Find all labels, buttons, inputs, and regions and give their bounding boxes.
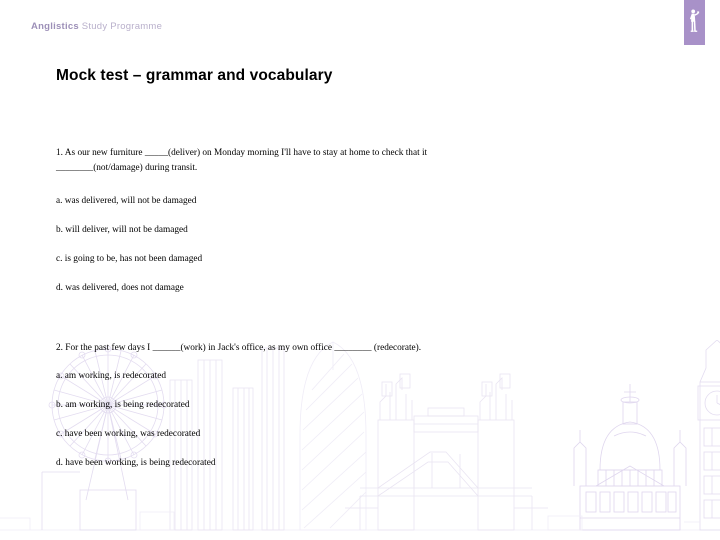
question-1: 1. As our new furniture _____(deliver) o… xyxy=(56,146,650,176)
standing-figure-icon xyxy=(684,0,705,45)
brand-header: Anglistics Study Programme xyxy=(31,21,162,32)
page-title: Mock test – grammar and vocabulary xyxy=(56,67,333,84)
slide-root: Anglistics Study Programme Mock test – g… xyxy=(0,0,720,540)
question-2-option-a[interactable]: a. am working, is redecorated xyxy=(56,370,166,383)
question-2-stem-line1: 2. For the past few days I ______(work) … xyxy=(56,343,422,353)
slide-header: Anglistics Study Programme xyxy=(0,0,720,46)
question-1-option-b[interactable]: b. will deliver, will not be damaged xyxy=(56,224,188,237)
question-1-option-d[interactable]: d. was delivered, does not damage xyxy=(56,282,184,295)
question-1-stem-line2: ________(not/damage) during transit. xyxy=(56,163,198,173)
question-1-stem-line1: 1. As our new furniture _____(deliver) o… xyxy=(56,148,428,158)
brand-subtitle: Study Programme xyxy=(78,21,163,32)
question-2-option-d[interactable]: d. have been working, is being redecorat… xyxy=(56,457,216,470)
slide-body: Mock test – grammar and vocabulary 1. As… xyxy=(0,0,720,540)
question-2-option-c[interactable]: c. have been working, was redecorated xyxy=(56,428,200,441)
question-1-option-c[interactable]: c. is going to be, has not been damaged xyxy=(56,253,202,266)
question-2: 2. For the past few days I ______(work) … xyxy=(56,341,650,356)
question-1-option-a[interactable]: a. was delivered, will not be damaged xyxy=(56,195,196,208)
question-2-option-b[interactable]: b. am working, is being redecorated xyxy=(56,399,189,412)
brand-name: Anglistics xyxy=(31,21,79,32)
